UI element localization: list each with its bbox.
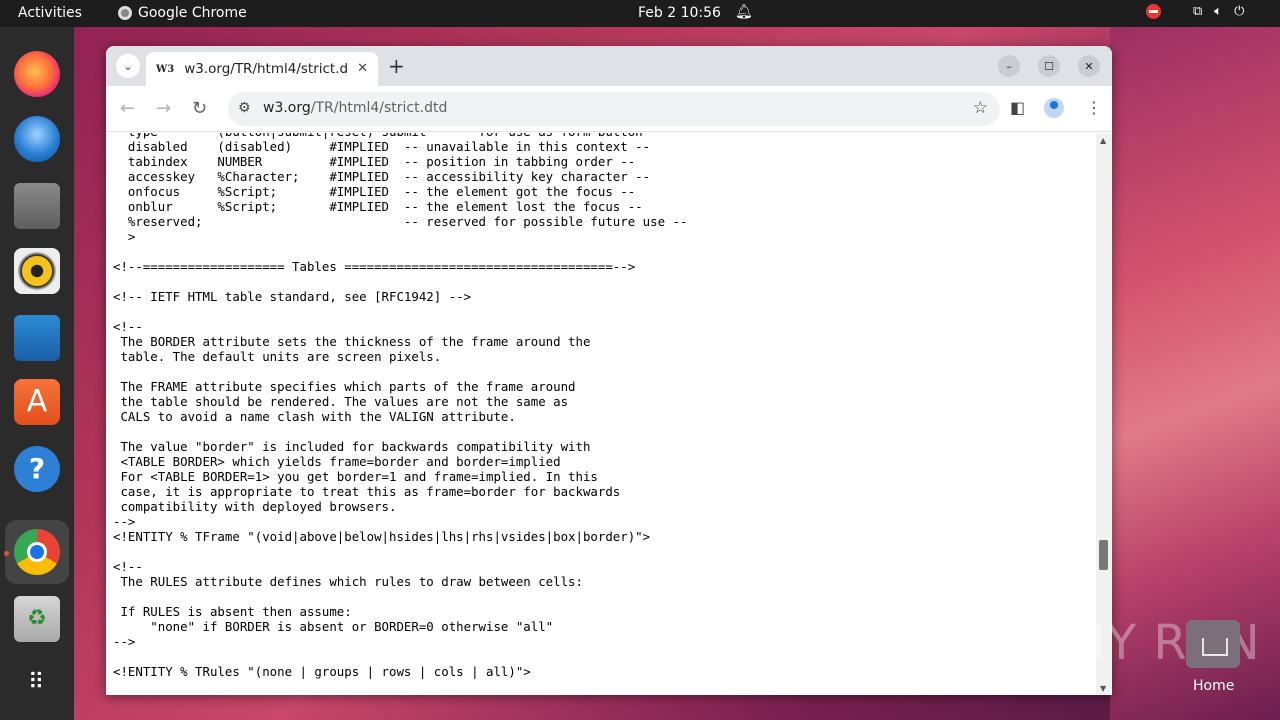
rhythmbox-icon[interactable]	[14, 248, 60, 294]
libreoffice-writer-icon[interactable]	[14, 315, 60, 361]
scrollbar-thumb[interactable]	[1099, 540, 1108, 570]
power-icon: ⏻	[1234, 4, 1245, 19]
show-apps-icon[interactable]: ⠿	[14, 660, 60, 706]
notification-bell-icon[interactable]: 🔔︎	[735, 4, 753, 20]
close-window-icon[interactable]: ✕	[1078, 55, 1100, 77]
system-tray[interactable]: ⧉ 🔈︎ ⏻	[1146, 4, 1244, 19]
w3c-favicon: W3	[156, 63, 175, 75]
maximize-icon[interactable]: ☐	[1038, 55, 1060, 77]
side-panel-icon[interactable]: ◧	[1010, 98, 1025, 117]
scroll-up-icon[interactable]: ▲	[1100, 136, 1106, 145]
menu-kebab-icon[interactable]: ⋮	[1086, 98, 1102, 117]
site-info-icon[interactable]: ⚙	[238, 100, 251, 116]
tab-search-chevron-icon[interactable]: ⌄	[116, 54, 140, 78]
help-icon[interactable]: ?	[14, 446, 60, 492]
address-bar[interactable]: ⚙ w3.org/TR/html4/strict.dtd ☆	[228, 92, 1000, 126]
new-tab-icon[interactable]: +	[388, 54, 405, 78]
close-tab-icon[interactable]: ✕	[357, 61, 368, 76]
home-folder-label: Home	[1193, 678, 1235, 694]
dock: A ? ♻ ⠿	[0, 27, 74, 720]
url-path: /TR/html4/strict.dtd	[310, 100, 448, 116]
profile-avatar-icon[interactable]	[1044, 98, 1064, 118]
back-icon[interactable]: ←	[120, 98, 135, 119]
toolbar: ← → ↻ ⚙ w3.org/TR/html4/strict.dtd ☆ ◧ ⋮	[106, 86, 1112, 132]
forward-icon[interactable]: →	[156, 98, 171, 119]
page-content: type (button|submit|reset) submit -- for…	[106, 133, 1096, 695]
volume-icon: 🔈︎	[1214, 4, 1223, 19]
do-not-disturb-icon	[1146, 4, 1161, 19]
chrome-icon[interactable]	[14, 529, 60, 575]
tab-title: w3.org/TR/html4/strict.d	[184, 61, 349, 77]
app-name: Google Chrome	[138, 5, 247, 21]
chrome-window: ⌄ W3 w3.org/TR/html4/strict.d ✕ + – ☐ ✕ …	[106, 46, 1112, 695]
scroll-down-icon[interactable]: ▼	[1100, 684, 1106, 693]
thunderbird-icon[interactable]	[14, 116, 60, 162]
clock[interactable]: Feb 2 10:56	[638, 5, 721, 21]
chrome-icon	[118, 6, 132, 20]
trash-icon[interactable]: ♻	[14, 596, 60, 642]
app-menu[interactable]: Google Chrome	[118, 5, 247, 21]
activities-button[interactable]: Activities	[18, 5, 82, 21]
dtd-source-text: type (button|submit|reset) submit -- for…	[113, 133, 688, 679]
top-bar: Activities Google Chrome Feb 2 10:56 🔔︎ …	[0, 0, 1280, 27]
files-icon[interactable]	[14, 183, 60, 229]
minimize-icon[interactable]: –	[998, 55, 1020, 77]
url-text: w3.org/TR/html4/strict.dtd	[263, 100, 447, 116]
home-folder-icon[interactable]	[1186, 620, 1240, 668]
url-host: w3.org	[263, 100, 311, 116]
vertical-scrollbar[interactable]: ▲ ▼	[1096, 133, 1112, 695]
firefox-icon[interactable]	[14, 51, 60, 97]
network-icon: ⧉	[1193, 4, 1203, 19]
tab-strip: ⌄ W3 w3.org/TR/html4/strict.d ✕ + – ☐ ✕	[106, 46, 1112, 86]
bookmark-star-icon[interactable]: ☆	[973, 98, 988, 118]
app-center-icon[interactable]: A	[14, 379, 60, 425]
running-indicator	[4, 551, 9, 556]
active-tab[interactable]: W3 w3.org/TR/html4/strict.d ✕	[146, 52, 378, 86]
reload-icon[interactable]: ↻	[192, 98, 207, 119]
